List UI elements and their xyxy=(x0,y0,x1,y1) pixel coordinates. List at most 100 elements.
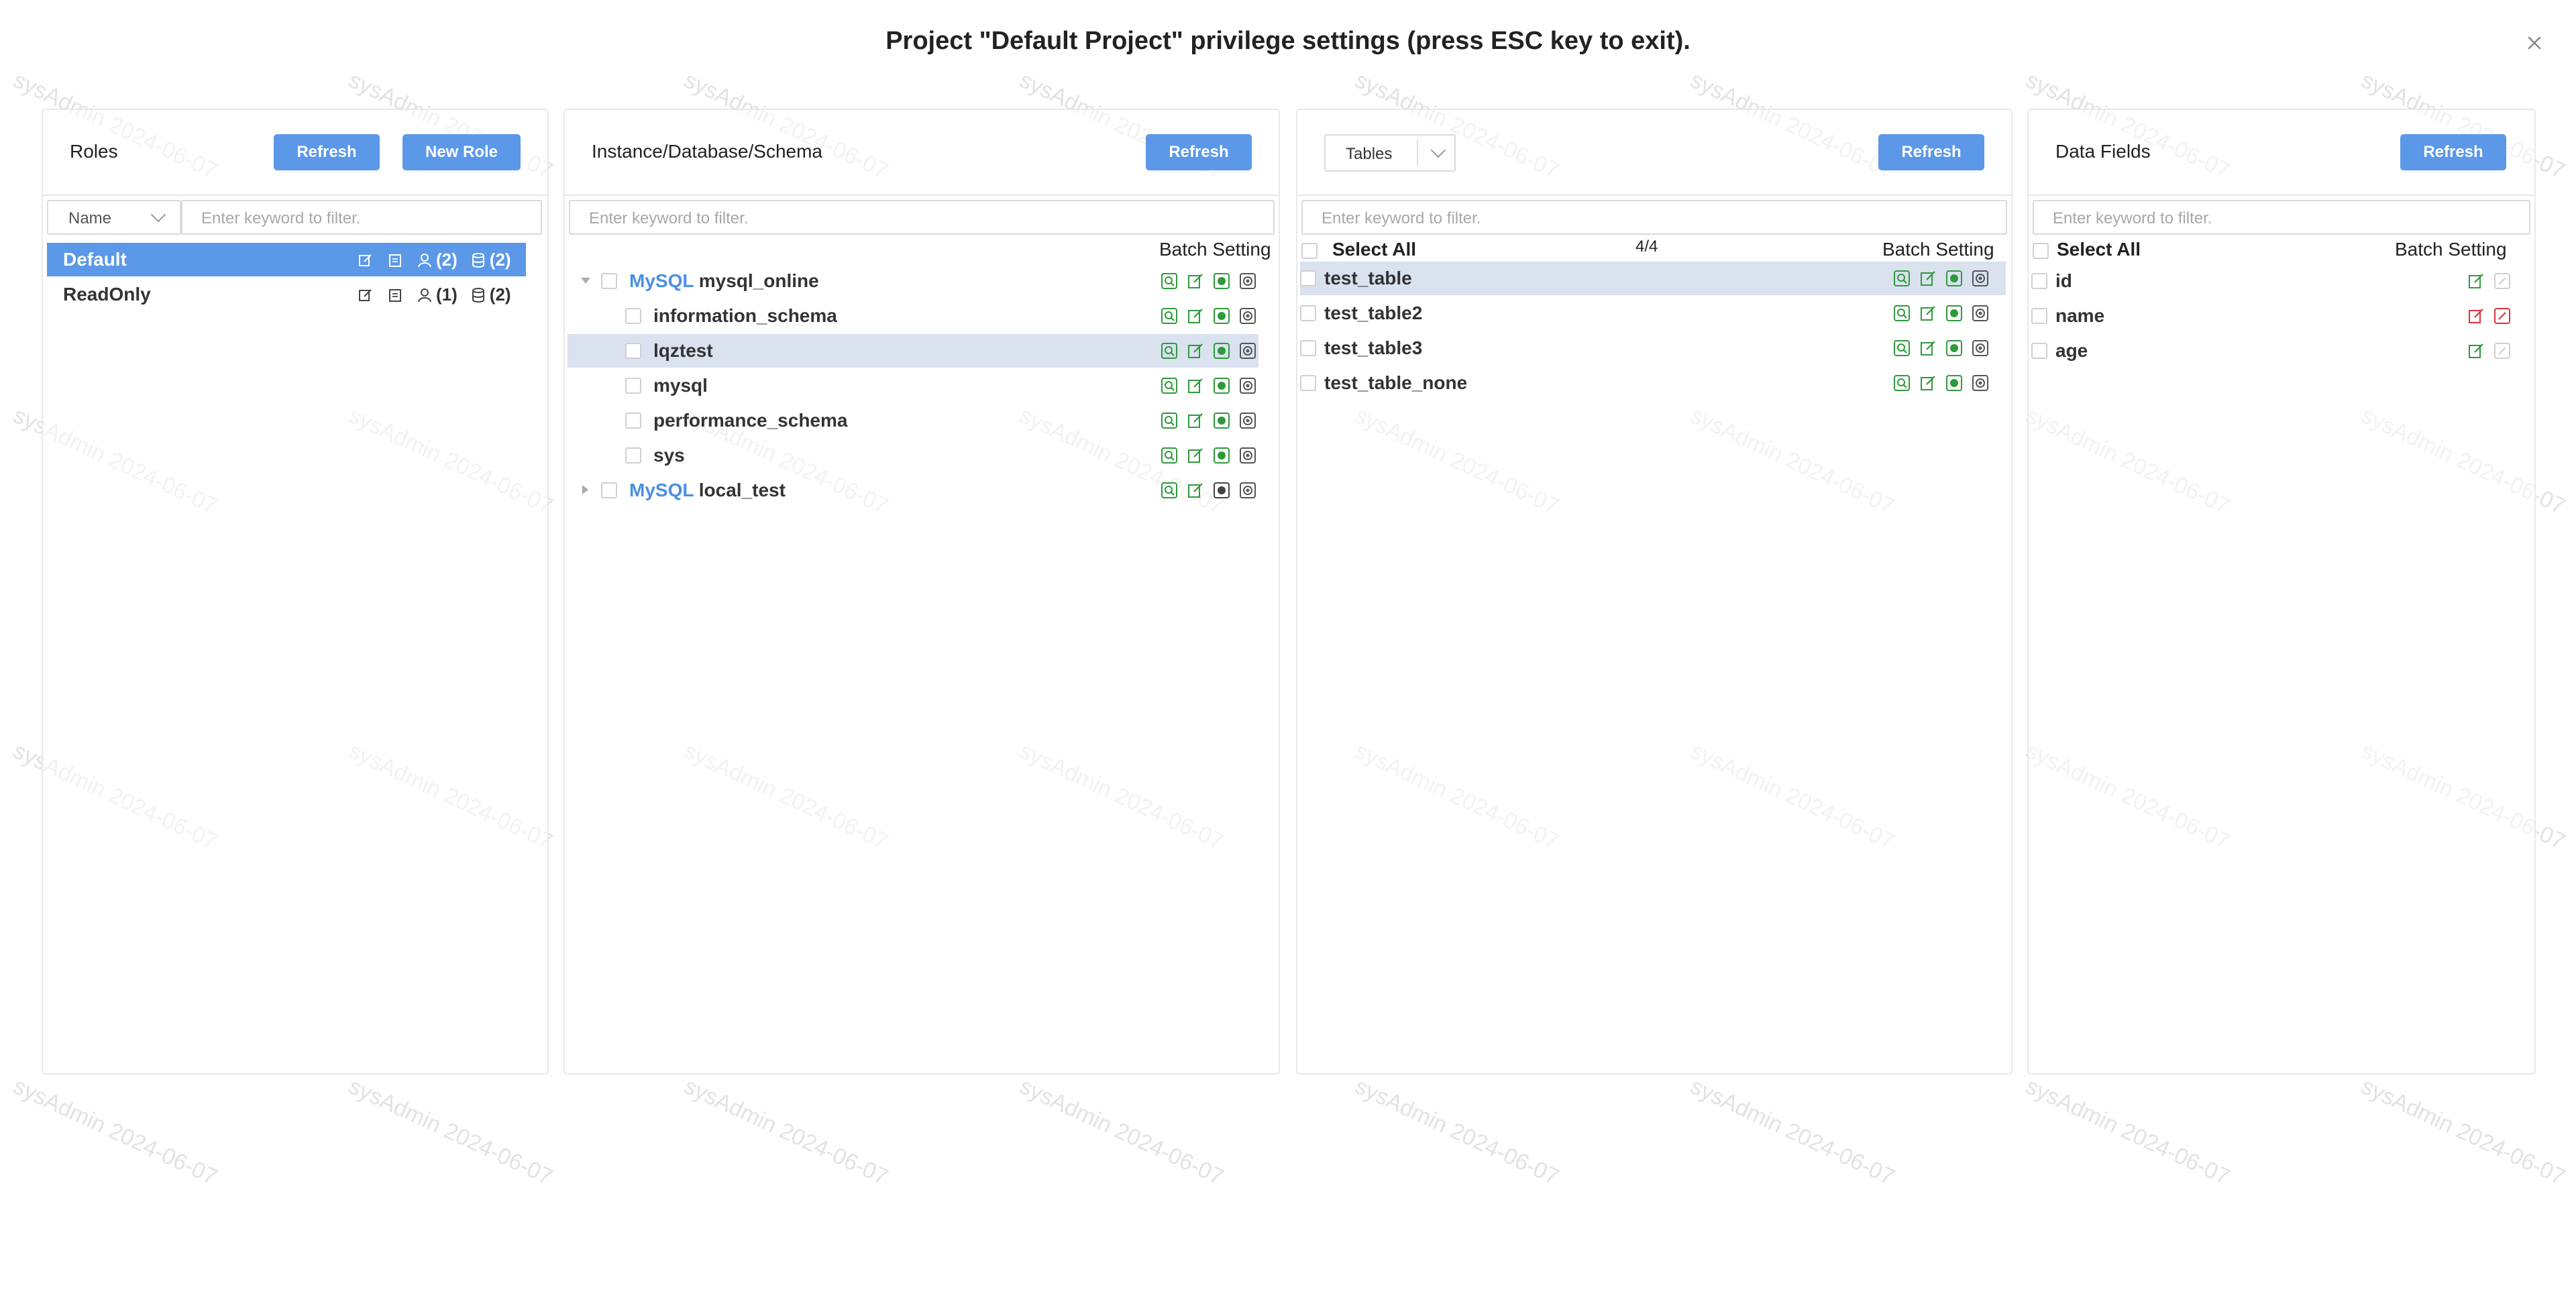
schema-checkbox[interactable] xyxy=(625,378,641,394)
admin-permission-icon[interactable] xyxy=(1945,270,1963,287)
write-permission-icon[interactable] xyxy=(1187,272,1204,290)
table-checkbox[interactable] xyxy=(1300,375,1316,391)
schema-row[interactable]: information_schema xyxy=(568,299,1258,333)
caret-right-icon[interactable] xyxy=(582,485,588,494)
field-row[interactable]: name xyxy=(2031,299,2514,333)
tables-batch-setting[interactable]: Batch Setting xyxy=(1882,239,1994,260)
mask-permission-icon[interactable] xyxy=(2493,307,2511,325)
schema-checkbox[interactable] xyxy=(625,343,641,359)
roles-refresh-button[interactable]: Refresh xyxy=(274,134,380,170)
read-permission-icon[interactable] xyxy=(1161,482,1178,499)
write-permission-icon[interactable] xyxy=(1919,339,1937,357)
instance-checkbox[interactable] xyxy=(601,482,617,498)
schema-checkbox[interactable] xyxy=(625,447,641,464)
read-permission-icon[interactable] xyxy=(1893,339,1911,357)
read-permission-icon[interactable] xyxy=(1161,342,1178,360)
new-role-button[interactable]: New Role xyxy=(402,134,521,170)
admin-permission-icon[interactable] xyxy=(1213,482,1230,499)
table-row[interactable]: test_table_none xyxy=(1300,366,2006,400)
schema-row[interactable]: mysql xyxy=(568,369,1258,402)
write-permission-icon[interactable] xyxy=(2467,272,2485,290)
admin-permission-icon[interactable] xyxy=(1945,374,1963,392)
write-permission-icon[interactable] xyxy=(2467,307,2485,325)
fields-batch-setting[interactable]: Batch Setting xyxy=(2395,239,2507,260)
mask-permission-icon[interactable] xyxy=(1239,307,1256,325)
schema-row[interactable]: performance_schema xyxy=(568,404,1258,437)
role-filter-field-select[interactable]: Name xyxy=(47,200,181,235)
read-permission-icon[interactable] xyxy=(1161,272,1178,290)
read-permission-icon[interactable] xyxy=(1161,447,1178,464)
field-checkbox[interactable] xyxy=(2031,343,2047,359)
read-permission-icon[interactable] xyxy=(1161,412,1178,429)
instance-search-input[interactable]: Enter keyword to filter. xyxy=(569,200,1275,235)
field-checkbox[interactable] xyxy=(2031,273,2047,289)
admin-permission-icon[interactable] xyxy=(1213,412,1230,429)
write-permission-icon[interactable] xyxy=(1187,447,1204,464)
table-row[interactable]: test_table2 xyxy=(1300,296,2006,330)
select-all-label[interactable]: Select All xyxy=(1332,239,1416,260)
instance-refresh-button[interactable]: Refresh xyxy=(1146,134,1252,170)
schema-checkbox[interactable] xyxy=(625,413,641,429)
read-permission-icon[interactable] xyxy=(1893,374,1911,392)
schema-checkbox[interactable] xyxy=(625,308,641,324)
mask-permission-icon[interactable] xyxy=(1239,447,1256,464)
role-row[interactable]: ReadOnly (1) (2) xyxy=(47,278,526,311)
admin-permission-icon[interactable] xyxy=(1213,377,1230,394)
role-row[interactable]: Default (2) (2) xyxy=(47,243,526,276)
schema-row[interactable]: lqztest xyxy=(568,334,1258,368)
clipboard-icon[interactable] xyxy=(386,252,404,269)
admin-permission-icon[interactable] xyxy=(1213,342,1230,360)
write-permission-icon[interactable] xyxy=(2467,342,2485,360)
tables-refresh-button[interactable]: Refresh xyxy=(1878,134,1984,170)
caret-down-icon[interactable] xyxy=(581,278,590,284)
instance-batch-setting[interactable]: Batch Setting xyxy=(1159,239,1271,260)
instance-row[interactable]: MySQL mysql_online xyxy=(568,264,1258,298)
select-all-checkbox[interactable] xyxy=(1301,243,1318,259)
write-permission-icon[interactable] xyxy=(1187,342,1204,360)
admin-permission-icon[interactable] xyxy=(1213,447,1230,464)
mask-permission-icon[interactable] xyxy=(1972,374,1989,392)
table-checkbox[interactable] xyxy=(1300,270,1316,286)
read-permission-icon[interactable] xyxy=(1893,305,1911,322)
select-all-label[interactable]: Select All xyxy=(2057,239,2141,260)
mask-permission-icon[interactable] xyxy=(1972,339,1989,357)
mask-permission-icon[interactable] xyxy=(1972,270,1989,287)
mask-permission-icon[interactable] xyxy=(1239,272,1256,290)
read-permission-icon[interactable] xyxy=(1893,270,1911,287)
admin-permission-icon[interactable] xyxy=(1945,305,1963,322)
schema-row[interactable]: sys xyxy=(568,439,1258,472)
select-all-checkbox[interactable] xyxy=(2033,243,2049,259)
instance-checkbox[interactable] xyxy=(601,273,617,289)
write-permission-icon[interactable] xyxy=(1919,270,1937,287)
write-permission-icon[interactable] xyxy=(1187,377,1204,394)
admin-permission-icon[interactable] xyxy=(1213,307,1230,325)
write-permission-icon[interactable] xyxy=(1919,305,1937,322)
table-search-input[interactable]: Enter keyword to filter. xyxy=(1301,200,2007,235)
role-search-input[interactable]: Enter keyword to filter. xyxy=(181,200,542,235)
mask-permission-icon[interactable] xyxy=(2493,272,2511,290)
table-row[interactable]: test_table xyxy=(1300,262,2006,295)
table-checkbox[interactable] xyxy=(1300,305,1316,321)
write-permission-icon[interactable] xyxy=(1187,412,1204,429)
field-row[interactable]: id xyxy=(2031,264,2514,298)
instance-row[interactable]: MySQL local_test xyxy=(568,474,1258,507)
mask-permission-icon[interactable] xyxy=(2493,342,2511,360)
field-search-input[interactable]: Enter keyword to filter. xyxy=(2033,200,2530,235)
read-permission-icon[interactable] xyxy=(1161,377,1178,394)
write-permission-icon[interactable] xyxy=(1187,307,1204,325)
mask-permission-icon[interactable] xyxy=(1239,342,1256,360)
mask-permission-icon[interactable] xyxy=(1239,412,1256,429)
close-icon[interactable] xyxy=(2522,31,2546,55)
read-permission-icon[interactable] xyxy=(1161,307,1178,325)
mask-permission-icon[interactable] xyxy=(1239,482,1256,499)
clipboard-icon[interactable] xyxy=(386,286,404,304)
mask-permission-icon[interactable] xyxy=(1972,305,1989,322)
write-permission-icon[interactable] xyxy=(1919,374,1937,392)
admin-permission-icon[interactable] xyxy=(1945,339,1963,357)
edit-icon[interactable] xyxy=(357,286,374,304)
field-checkbox[interactable] xyxy=(2031,308,2047,324)
table-row[interactable]: test_table3 xyxy=(1300,331,2006,365)
mask-permission-icon[interactable] xyxy=(1239,377,1256,394)
table-checkbox[interactable] xyxy=(1300,340,1316,356)
edit-icon[interactable] xyxy=(357,252,374,269)
